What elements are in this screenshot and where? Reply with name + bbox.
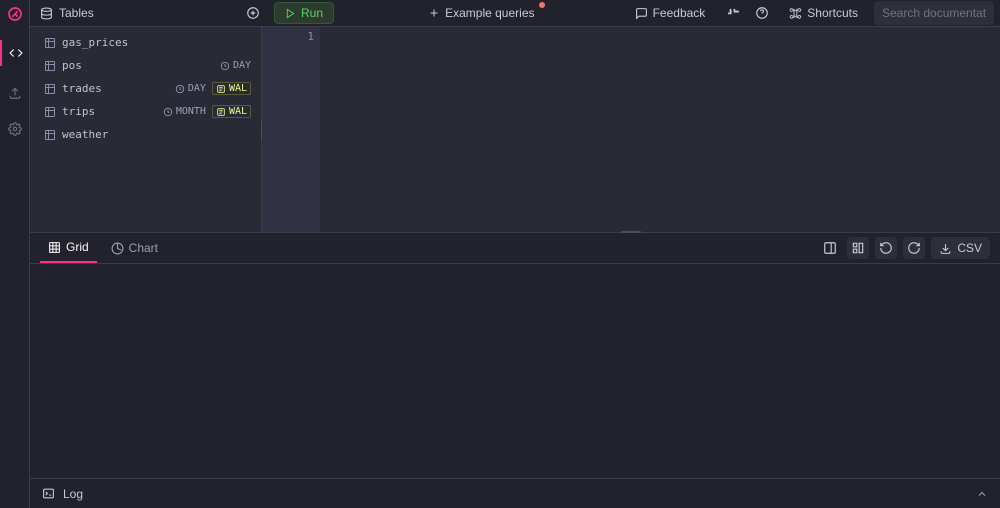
refresh-button[interactable]	[903, 237, 925, 259]
reset-layout-button[interactable]	[875, 237, 897, 259]
rail-settings-tab[interactable]	[8, 120, 22, 138]
tables-sidebar: gas_pricespos DAY trades DAY WAL trips MONTH WA…	[30, 27, 262, 232]
run-button[interactable]: Run	[274, 2, 334, 24]
tab-grid-label: Grid	[66, 240, 89, 254]
export-csv-button[interactable]: CSV	[931, 237, 990, 259]
table-row[interactable]: pos DAY	[30, 54, 261, 77]
topbar: Tables Run Example queries	[30, 0, 1000, 27]
log-label: Log	[63, 487, 83, 501]
table-name: pos	[62, 59, 214, 72]
editor-textarea[interactable]	[320, 27, 1000, 232]
slack-button[interactable]	[721, 2, 743, 24]
table-icon	[44, 60, 56, 72]
search-input[interactable]	[874, 1, 994, 25]
tables-label: Tables	[59, 6, 94, 20]
line-number: 1	[262, 30, 314, 43]
table-row[interactable]: trades DAY WAL	[30, 77, 261, 100]
chevron-up-icon[interactable]	[976, 488, 988, 500]
rail-upload-tab[interactable]	[8, 84, 22, 102]
sql-editor[interactable]: 1	[262, 27, 1000, 232]
freeze-columns-button[interactable]	[847, 237, 869, 259]
wal-badge: WAL	[212, 82, 251, 95]
terminal-icon	[42, 487, 55, 500]
table-name: gas_prices	[62, 36, 251, 49]
partition-badge: DAY	[220, 60, 251, 71]
table-icon	[44, 129, 56, 141]
partition-badge: MONTH	[163, 106, 206, 117]
table-icon	[44, 83, 56, 95]
table-name: trips	[62, 105, 157, 118]
example-queries-button[interactable]: Example queries	[422, 4, 540, 22]
wal-badge: WAL	[212, 105, 251, 118]
help-button[interactable]	[751, 2, 773, 24]
shortcuts-button[interactable]: Shortcuts	[781, 3, 866, 23]
table-row[interactable]: trips MONTH WAL	[30, 100, 261, 123]
horizontal-resize-handle[interactable]	[262, 228, 1000, 236]
table-row[interactable]: weather	[30, 123, 261, 146]
tab-chart-label: Chart	[129, 241, 158, 255]
feedback-button[interactable]: Feedback	[627, 3, 714, 23]
partition-badge: DAY	[175, 83, 206, 94]
table-icon	[44, 37, 56, 49]
left-rail	[0, 0, 30, 508]
table-name: trades	[62, 82, 169, 95]
results-toolbar: Grid Chart CSV	[30, 232, 1000, 264]
editor-gutter: 1	[262, 27, 320, 232]
toggle-panel-button[interactable]	[819, 237, 841, 259]
results-panel	[30, 264, 1000, 478]
notification-dot-icon	[539, 2, 545, 8]
csv-label: CSV	[957, 241, 982, 255]
add-table-button[interactable]	[246, 6, 260, 20]
app-logo	[7, 6, 23, 22]
shortcuts-label: Shortcuts	[807, 6, 858, 20]
database-icon	[40, 7, 53, 20]
tab-grid[interactable]: Grid	[40, 233, 97, 263]
log-bar[interactable]: Log	[30, 478, 1000, 508]
tab-chart[interactable]: Chart	[103, 233, 166, 263]
rail-editor-tab[interactable]	[0, 40, 29, 66]
feedback-label: Feedback	[653, 6, 706, 20]
table-icon	[44, 106, 56, 118]
table-name: weather	[62, 128, 251, 141]
run-label: Run	[301, 6, 323, 20]
table-row[interactable]: gas_prices	[30, 31, 261, 54]
example-queries-label: Example queries	[445, 6, 534, 20]
